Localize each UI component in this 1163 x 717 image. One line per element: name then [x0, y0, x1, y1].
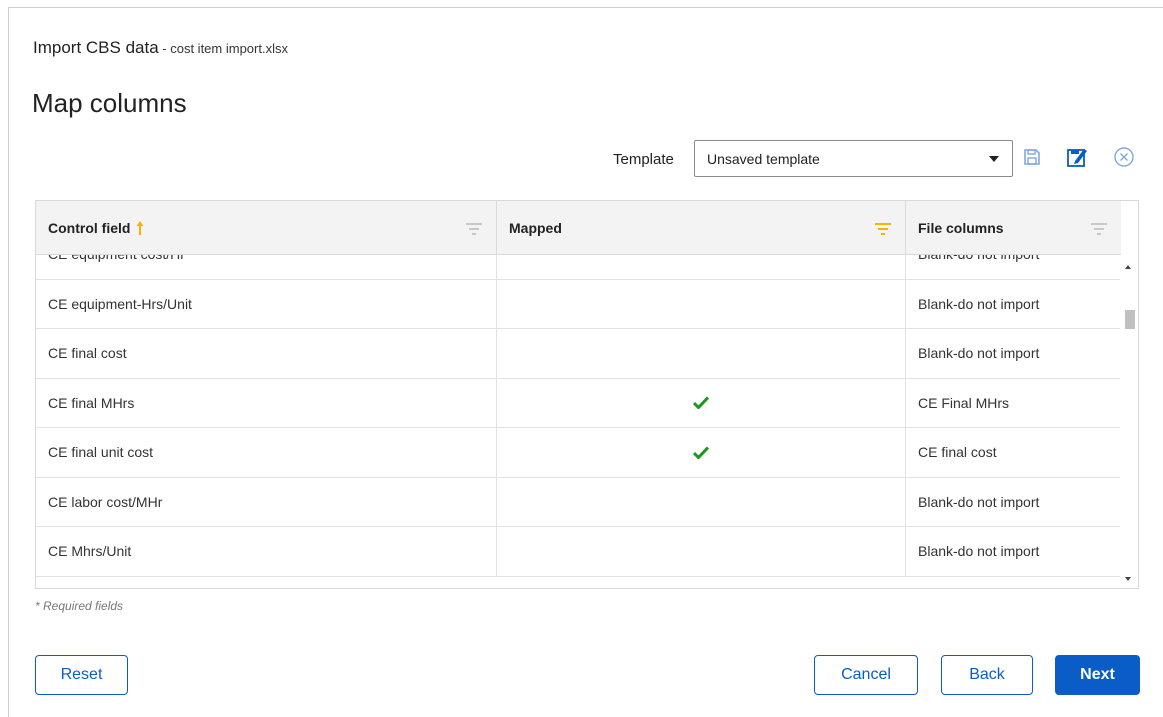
check-icon [693, 396, 709, 410]
cancel-button[interactable]: Cancel [814, 655, 918, 695]
control-field-cell: CE equipment-Hrs/Unit [36, 279, 497, 328]
column-header-file-columns[interactable]: File columns [906, 201, 1121, 255]
save-icon[interactable] [1020, 145, 1044, 169]
mapped-cell [497, 428, 906, 477]
mapped-cell [497, 329, 906, 378]
control-field-cell: CE final MHrs [36, 378, 497, 427]
scroll-down-icon[interactable] [1125, 577, 1131, 581]
grid-rows: CE equipment cost/HrBlank-do not importC… [36, 255, 1121, 577]
file-column-cell[interactable]: Blank-do not import [906, 280, 1121, 329]
grid-body: CE equipment cost/HrBlank-do not importC… [36, 255, 1121, 588]
next-button[interactable]: Next [1055, 655, 1140, 695]
control-field-cell: CE Mhrs/Unit [36, 527, 497, 576]
scroll-up-icon[interactable] [1125, 265, 1131, 269]
file-name: - cost item import.xlsx [158, 41, 288, 56]
mapped-cell [497, 477, 906, 526]
mapped-cell [497, 527, 906, 576]
column-header-label: Control field [48, 220, 131, 236]
clear-icon[interactable] [1112, 145, 1136, 169]
control-field-cell: CE equipment cost/Hr [36, 255, 497, 279]
filter-icon[interactable] [1091, 222, 1107, 238]
chevron-down-icon [989, 156, 999, 162]
table-row[interactable]: CE equipment cost/Hr Blank-do not import [36, 255, 1121, 280]
table-row[interactable]: CE final unit cost CE final cost [36, 428, 1121, 478]
filter-icon[interactable] [466, 222, 482, 238]
reset-button[interactable]: Reset [35, 655, 128, 695]
mapped-cell [497, 255, 906, 279]
edit-template-icon[interactable] [1065, 145, 1089, 169]
filter-active-icon[interactable] [875, 222, 891, 238]
control-field-cell: CE final unit cost [36, 428, 497, 477]
mapped-cell [497, 279, 906, 328]
file-column-cell[interactable]: Blank-do not import [906, 329, 1121, 378]
breadcrumb: Import CBS data - cost item import.xlsx [33, 38, 288, 58]
file-column-cell[interactable]: CE Final MHrs [906, 379, 1121, 428]
table-row[interactable]: CE equipment-Hrs/Unit Blank-do not import [36, 279, 1121, 329]
control-field-cell: CE labor cost/MHr [36, 477, 497, 526]
column-header-label: Mapped [509, 220, 562, 236]
grid-scrollbar[interactable] [1120, 255, 1138, 588]
back-button[interactable]: Back [941, 655, 1033, 695]
template-selected-value: Unsaved template [707, 150, 820, 167]
column-header-control-field[interactable]: Control field [36, 201, 497, 255]
mapped-cell [497, 378, 906, 427]
dialog-title: Import CBS data [33, 38, 159, 57]
mapping-grid: Control field Mapped File columns CE equ… [35, 200, 1139, 589]
sort-ascending-icon[interactable] [136, 220, 144, 236]
scrollbar-thumb[interactable] [1125, 310, 1135, 329]
column-header-mapped[interactable]: Mapped [497, 201, 906, 255]
table-row[interactable]: CE labor cost/MHr Blank-do not import [36, 477, 1121, 527]
file-column-cell[interactable]: Blank-do not import [906, 478, 1121, 527]
template-dropdown[interactable]: Unsaved template [694, 140, 1013, 177]
grid-header: Control field Mapped File columns [36, 201, 1121, 255]
page-title: Map columns [32, 88, 187, 118]
import-dialog: Import CBS data - cost item import.xlsx … [8, 7, 1163, 717]
column-header-label: File columns [918, 220, 1004, 236]
template-label: Template [613, 151, 674, 168]
required-fields-note: * Required fields [35, 599, 124, 613]
check-icon [693, 446, 709, 459]
file-column-cell[interactable]: Blank-do not import [906, 255, 1121, 279]
table-row[interactable]: CE final MHrs CE Final MHrs [36, 378, 1121, 428]
file-column-cell[interactable]: Blank-do not import [906, 527, 1121, 576]
table-row[interactable]: CE Mhrs/Unit Blank-do not import [36, 527, 1121, 577]
file-column-cell[interactable]: CE final cost [906, 428, 1121, 477]
control-field-cell: CE final cost [36, 329, 497, 378]
table-row[interactable]: CE final cost Blank-do not import [36, 329, 1121, 379]
